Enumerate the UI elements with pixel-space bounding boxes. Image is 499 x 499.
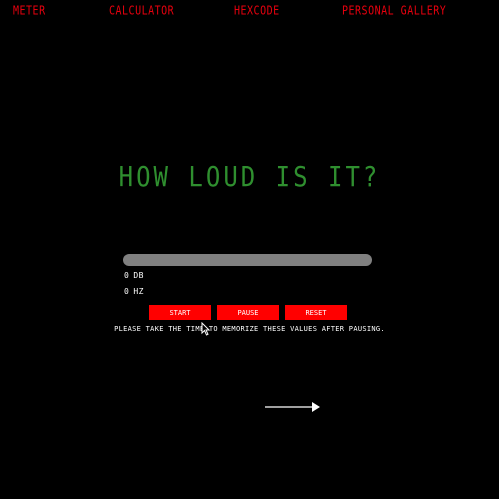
page-title: HOW LOUD IS IT? [118,160,381,194]
mouse-pointer-icon [201,322,210,336]
arrow-right-icon[interactable] [265,400,321,414]
nav-link-hexcode[interactable]: HEXCODE [234,5,280,18]
nav-link-meter[interactable]: METER [13,5,46,18]
frequency-value: 0 [124,287,130,296]
nav-link-calculator[interactable]: CALCULATOR [109,5,174,18]
top-nav: METER CALCULATOR HEXCODE PERSONAL GALLER… [0,5,499,19]
decibel-unit: DB [133,271,144,280]
reset-button[interactable]: RESET [285,305,347,320]
decibel-value: 0 [124,271,130,280]
decibel-readout: 0 DB [124,271,144,280]
frequency-unit: HZ [133,287,144,296]
instruction-note: PLEASE TAKE THE TIME TO MEMORIZE THESE V… [114,325,385,333]
start-button[interactable]: START [149,305,211,320]
loudness-meter [123,254,372,266]
nav-link-personal-gallery[interactable]: PERSONAL GALLERY [342,5,446,18]
pause-button[interactable]: PAUSE [217,305,279,320]
frequency-readout: 0 HZ [124,287,144,296]
